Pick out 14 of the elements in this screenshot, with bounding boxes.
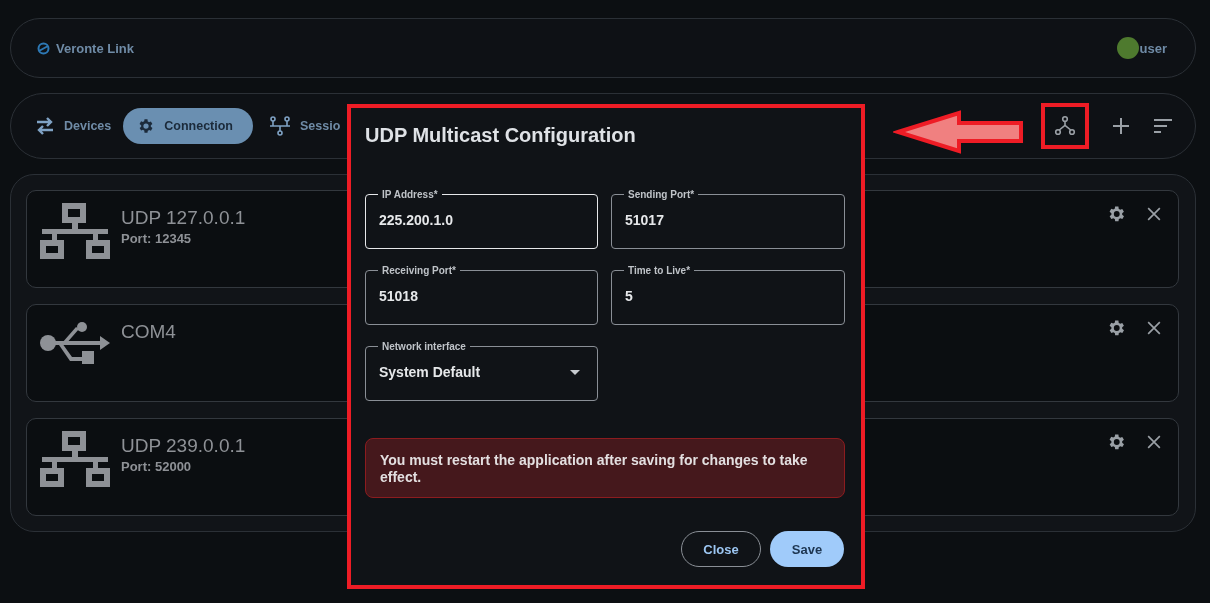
device-port: Port: 12345 [121, 231, 193, 246]
field-label: Sending Port* [627, 189, 696, 200]
field-label: Receiving Port* [381, 265, 457, 276]
user-name: user [1139, 40, 1167, 56]
device-name: UDP 239.0.0.1 [121, 435, 246, 457]
app-name: Veronte Link [56, 40, 135, 56]
device-port: Port: 52000 [121, 459, 193, 474]
field-label: Time to Live* [627, 265, 692, 276]
device-name: UDP 127.0.0.1 [121, 207, 246, 229]
field-label: IP Address* [381, 189, 439, 200]
device-name: COM4 [121, 321, 176, 343]
field-label: Network interface [381, 341, 467, 352]
warning-message: You must restart the application after saving for changes to take effect. [365, 438, 845, 498]
dialog-title: UDP Multicast Configuration [365, 123, 637, 148]
